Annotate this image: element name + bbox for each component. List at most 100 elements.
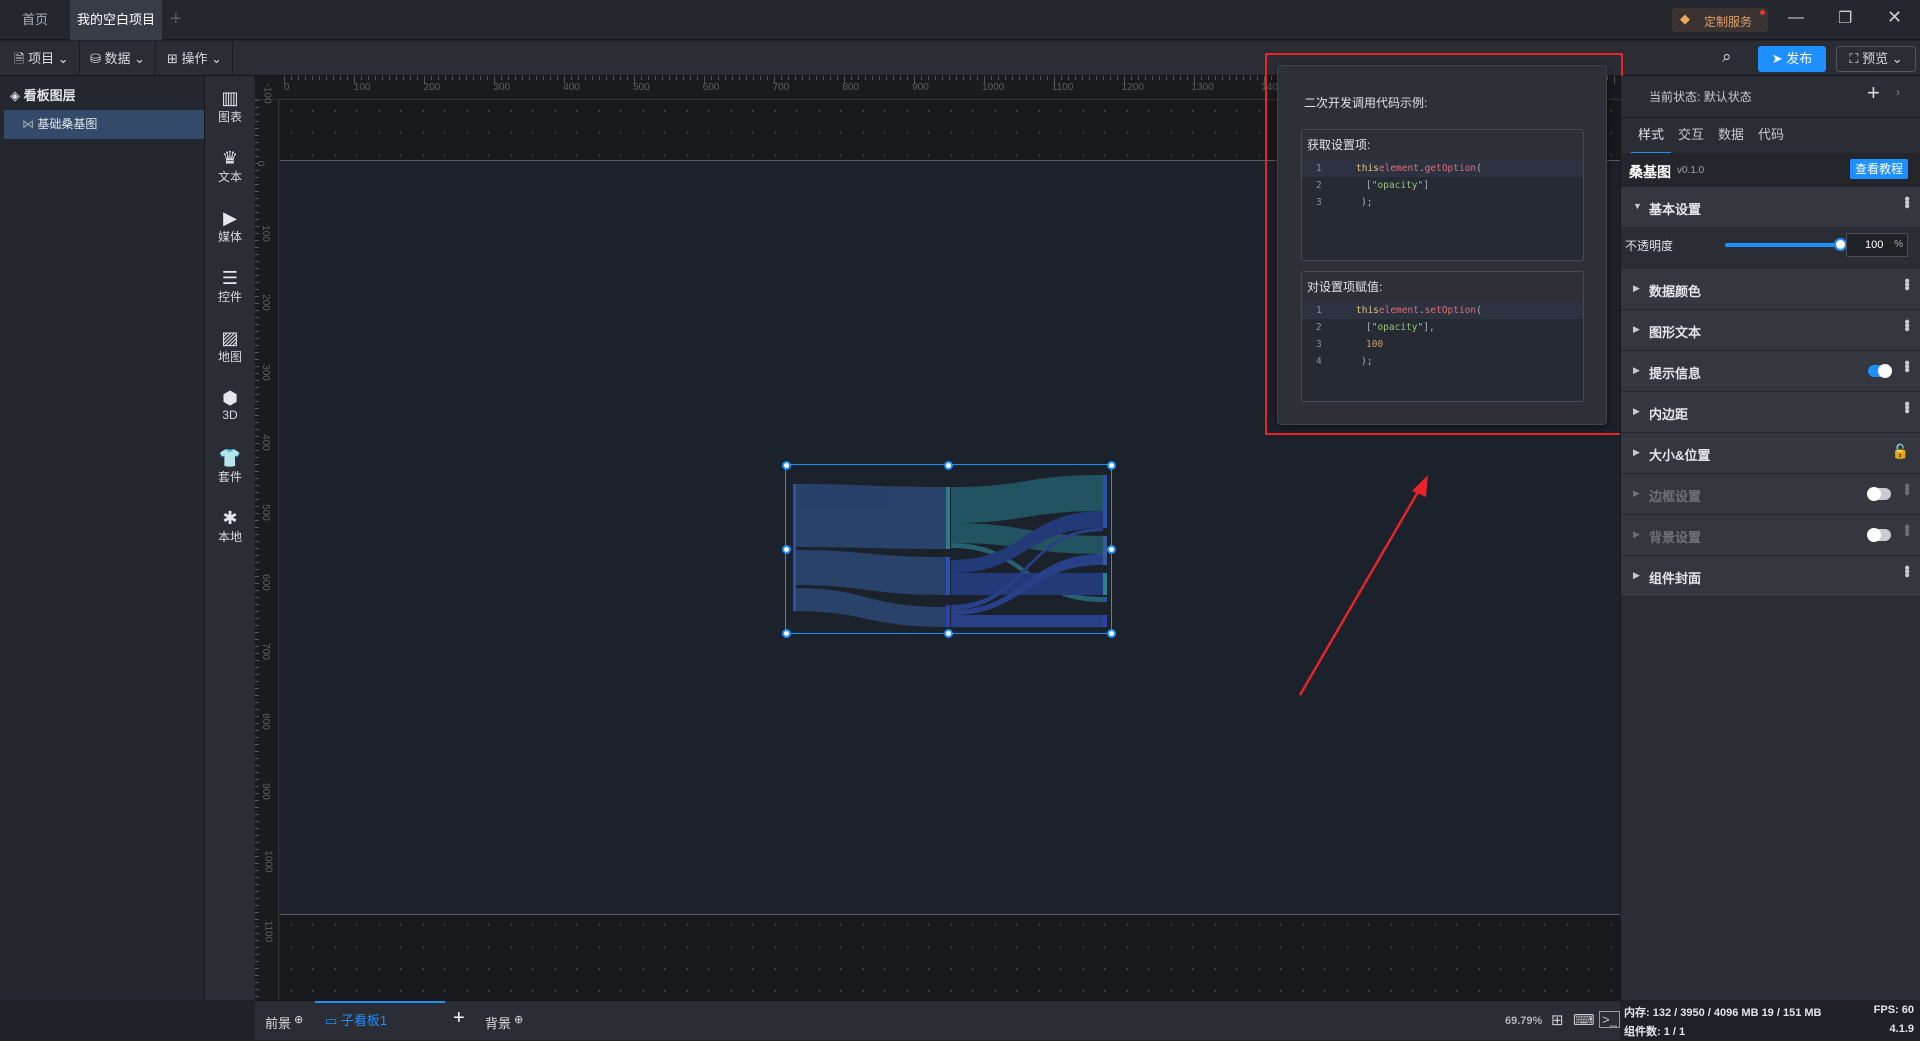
background-tab[interactable]: 背景 ⊕ [485, 1013, 523, 1032]
tool-local[interactable]: ✱ 本地 [205, 508, 255, 545]
layers-header: ◈ 看板图层 [10, 85, 76, 104]
state-row[interactable]: 当前状态: 默认状态 [1649, 88, 1752, 105]
sankey-node [793, 484, 796, 611]
foreground-tab[interactable]: 前景 ⊕ [265, 1013, 303, 1032]
tab-code[interactable]: 代码 [1751, 118, 1791, 154]
component-name: 桑基图 [1629, 164, 1671, 180]
slider-fill [1725, 243, 1840, 247]
chevron-right-icon[interactable]: › [1896, 85, 1900, 99]
caret-right-icon: ▶ [1633, 529, 1640, 539]
tool-media[interactable]: ▶ 媒体 [205, 208, 255, 245]
tool-label: 图表 [217, 110, 242, 124]
board-icon: ▭ [325, 1013, 341, 1028]
toggle-switch[interactable] [1868, 364, 1892, 378]
zoom-level[interactable]: 69.79% [1505, 1015, 1542, 1027]
section-5[interactable]: ▶ 边框设置 ••• [1621, 474, 1920, 515]
opacity-input[interactable]: 100% [1846, 233, 1908, 257]
section-label: 图形文本 [1649, 325, 1702, 340]
opacity-value: 100 [1865, 239, 1884, 251]
fps-counter: FPS: 60 [1873, 1004, 1914, 1016]
resize-handle[interactable] [1106, 628, 1116, 638]
section-0[interactable]: ▶ 数据颜色 ••• [1621, 269, 1920, 310]
add-circle-icon[interactable]: ⊕ [511, 1014, 523, 1026]
tab-home[interactable]: 首页 [0, 0, 70, 40]
tab-project[interactable]: 我的空白项目 [70, 0, 162, 66]
toggle-switch[interactable] [1867, 487, 1891, 501]
sankey-link [951, 615, 1103, 627]
publish-button[interactable]: ➤ 发布 [1758, 46, 1826, 72]
list-icon: ☰ [221, 268, 239, 288]
more-icon[interactable]: ••• [1898, 401, 1915, 412]
more-icon[interactable]: ••• [1898, 278, 1915, 289]
tool-chart[interactable]: ▥ 图表 [205, 88, 255, 125]
view-tutorial-button[interactable]: 查看教程 [1850, 159, 1908, 179]
sub-board-tab[interactable]: ▭ 子看板1 [315, 1001, 445, 1041]
restore-icon[interactable]: ❐ [1838, 8, 1852, 28]
tool-text[interactable]: ♛ 文本 [205, 148, 255, 185]
preview-button[interactable]: ⛶ 预览 ⌄ [1836, 46, 1916, 72]
bar-chart-icon: ▥ [221, 88, 239, 108]
resize-handle[interactable] [1106, 460, 1116, 470]
add-state-button[interactable]: + [1867, 80, 1880, 106]
ruler-label: 700 [772, 82, 790, 93]
opacity-slider[interactable] [1725, 238, 1847, 251]
menu-operation[interactable]: ⊞ 操作 ⌄ [157, 41, 234, 76]
custom-service-button[interactable]: ◆ 定制服务 [1672, 8, 1768, 32]
section-4[interactable]: ▶ 大小&位置 🔓 [1621, 433, 1920, 474]
tab-style[interactable]: 样式 [1631, 118, 1671, 154]
tab-interaction[interactable]: 交互 [1671, 118, 1711, 154]
layer-item[interactable]: ⋈ 基础桑基图 [4, 110, 204, 139]
caret-right-icon: ▶ [1633, 283, 1640, 293]
diamond-icon: ◆ [1680, 11, 1690, 26]
resize-handle[interactable] [1106, 544, 1116, 554]
minimize-icon[interactable]: — [1788, 9, 1804, 27]
toggle-switch[interactable] [1867, 528, 1891, 542]
keyboard-icon[interactable]: ⌨ [1573, 1011, 1595, 1029]
new-tab-button[interactable]: + [170, 8, 182, 31]
tool-map[interactable]: ▨ 地图 [205, 328, 255, 365]
caret-right-icon: ▶ [1633, 447, 1640, 457]
vertical-ruler[interactable]: -100 0 100 200 300 400 500 600 700 800 900 1000 1100 [254, 83, 279, 1000]
tool-label: 地图 [217, 350, 242, 364]
section-6[interactable]: ▶ 背景设置 ••• [1621, 515, 1920, 556]
more-icon[interactable]: ••• [1898, 196, 1915, 207]
add-board-button[interactable]: + [453, 1007, 465, 1030]
resize-handle[interactable] [781, 460, 791, 470]
resize-handle[interactable] [781, 544, 791, 554]
close-icon[interactable]: ✕ [1887, 7, 1902, 28]
terminal-icon[interactable]: >_ [1599, 1011, 1620, 1028]
add-circle-icon[interactable]: ⊕ [291, 1014, 303, 1026]
tool-label: 媒体 [217, 230, 242, 244]
tool-control[interactable]: ☰ 控件 [205, 268, 255, 305]
search-icon[interactable]: ⌕ [1722, 47, 1732, 67]
section-3[interactable]: ▶ 内边距 ••• [1621, 392, 1920, 433]
tool-label: 套件 [217, 470, 242, 484]
resize-handle[interactable] [944, 628, 953, 638]
section-7[interactable]: ▶ 组件封面 ••• [1621, 556, 1920, 597]
more-icon[interactable]: ••• [1898, 565, 1915, 576]
ruler-label: -100 [261, 83, 273, 104]
fullscreen-icon: ⛶ [1849, 51, 1863, 66]
sankey-icon: ⋈ [22, 117, 38, 131]
section-basic-settings[interactable]: ▼ 基本设置 ••• [1621, 187, 1920, 228]
ruler-label: 700 [259, 643, 271, 661]
menu-project[interactable]: 🗎 项目 ⌄ [4, 41, 80, 76]
lock-icon[interactable]: 🔓 [1892, 443, 1909, 460]
toggle-knob [1867, 487, 1881, 501]
tab-data[interactable]: 数据 [1711, 118, 1751, 154]
fit-screen-icon[interactable]: ⊞ [1551, 1011, 1564, 1029]
more-icon[interactable]: ••• [1898, 319, 1915, 330]
menu-data[interactable]: ⛁ 数据 ⌄ [80, 41, 157, 76]
section-1[interactable]: ▶ 图形文本 ••• [1621, 310, 1920, 351]
resize-handle[interactable] [944, 460, 953, 470]
tool-3d[interactable]: ⬢ 3D [205, 388, 255, 422]
more-icon[interactable]: ••• [1898, 360, 1915, 371]
sankey-node [1103, 597, 1107, 602]
ruler-label: 200 [423, 82, 441, 93]
sankey-component[interactable] [781, 460, 1116, 638]
tool-kit[interactable]: 👕 套件 [205, 448, 255, 485]
resize-handle[interactable] [781, 628, 791, 638]
section-2[interactable]: ▶ 提示信息 ••• [1621, 351, 1920, 392]
more-icon[interactable]: ••• [1898, 483, 1915, 494]
more-icon[interactable]: ••• [1898, 524, 1915, 535]
